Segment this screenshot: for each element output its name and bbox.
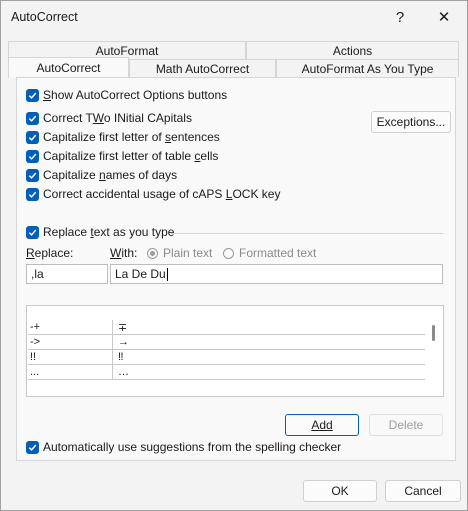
capitalize-names-of-days-checkbox[interactable]: Capitalize names of days [26, 167, 177, 183]
delete-button[interactable]: Delete [369, 414, 443, 436]
caps-lock-checkbox[interactable]: Correct accidental usage of cAPS LOCK ke… [26, 186, 280, 202]
capitalize-sentences-checkbox[interactable]: Capitalize first letter of sentences [26, 129, 220, 145]
title-bar: AutoCorrect ? ✕ [1, 1, 467, 33]
capitalize-table-cells-checkbox[interactable]: Capitalize first letter of table cells [26, 148, 218, 164]
checkbox-checked-icon [26, 130, 39, 144]
with-input[interactable]: La De Du [110, 264, 443, 284]
replace-input[interactable]: ,la [26, 264, 108, 284]
checkbox-checked-icon [26, 168, 39, 182]
spelling-suggestions-checkbox[interactable]: Automatically use suggestions from the s… [26, 439, 341, 455]
window-title: AutoCorrect [11, 10, 78, 24]
autocorrect-dialog: AutoCorrect ? ✕ AutoFormat Actions AutoC… [0, 0, 468, 511]
cancel-button[interactable]: Cancel [385, 480, 461, 502]
checkbox-checked-icon [26, 88, 39, 102]
table-cells-label: Capitalize first letter of table cells [43, 149, 219, 163]
tab-autocorrect[interactable]: AutoCorrect [8, 57, 129, 78]
close-button[interactable]: ✕ [422, 1, 466, 33]
with-label: With: [110, 246, 138, 260]
formatted-text-radio[interactable]: Formatted text [223, 246, 316, 260]
checkbox-checked-icon [26, 440, 39, 454]
radio-selected-icon [147, 247, 158, 259]
show-buttons-label: Show AutoCorrect Options buttons [43, 88, 228, 102]
tab-actions[interactable]: Actions [246, 41, 459, 59]
sentences-label: Capitalize first letter of sentences [43, 130, 220, 144]
tab-autoformat-as-you-type[interactable]: AutoFormat As You Type [276, 59, 459, 77]
tab-row-front: AutoCorrect Math AutoCorrect AutoFormat … [8, 57, 459, 78]
list-item[interactable]: !! ‼ [28, 350, 425, 365]
show-autocorrect-buttons-checkbox[interactable]: Show AutoCorrect Options buttons [26, 87, 227, 103]
close-icon: ✕ [437, 9, 451, 26]
checkbox-checked-icon [26, 225, 39, 239]
checkbox-checked-icon [26, 111, 39, 125]
replacement-list[interactable]: -+ ∓ -> → !! ‼ ...… [26, 305, 444, 397]
list-item[interactable]: -> → [28, 335, 425, 350]
two-initial-label: Correct TWo INitial CApitals [43, 111, 192, 125]
list-scrollbar[interactable] [432, 325, 435, 341]
checkbox-checked-icon [26, 187, 39, 201]
tab-math-autocorrect[interactable]: Math AutoCorrect [129, 59, 276, 77]
group-divider [171, 233, 443, 234]
text-cursor [166, 267, 168, 281]
list-item[interactable]: ...… [28, 365, 425, 380]
replace-label: Replace: [26, 246, 74, 260]
help-button[interactable]: ? [378, 1, 422, 33]
plain-text-radio[interactable]: Plain text [147, 246, 212, 260]
help-icon: ? [395, 8, 405, 26]
checkbox-checked-icon [26, 149, 39, 163]
caps-lock-label: Correct accidental usage of cAPS LOCK ke… [43, 187, 281, 201]
ok-button[interactable]: OK [303, 480, 377, 502]
correct-two-initial-capitals-checkbox[interactable]: Correct TWo INitial CApitals [26, 110, 192, 126]
list-item[interactable]: -+ ∓ [28, 320, 425, 335]
radio-unselected-icon [223, 247, 234, 259]
add-button[interactable]: Add [285, 414, 359, 436]
replace-text-as-you-type-checkbox[interactable]: Replace text as you type [26, 224, 174, 240]
exceptions-button[interactable]: Exceptions... [371, 111, 451, 133]
names-days-label: Capitalize names of days [43, 168, 178, 182]
replace-as-type-label: Replace text as you type [43, 225, 175, 239]
